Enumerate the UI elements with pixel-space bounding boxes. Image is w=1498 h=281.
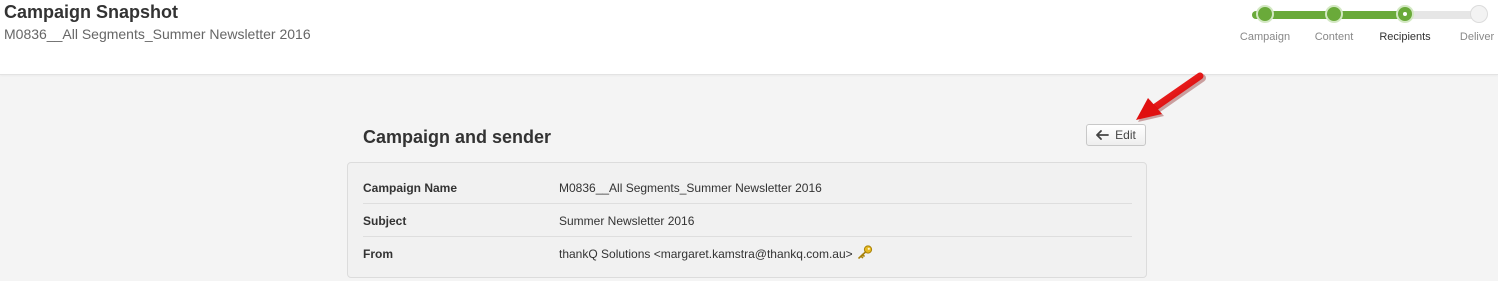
detail-value-container: thankQ Solutions <margaret.kamstra@thank… <box>559 245 873 262</box>
campaign-details-card: Campaign Name M0836__All Segments_Summer… <box>347 162 1147 278</box>
step-dot-deliver[interactable] <box>1470 5 1488 23</box>
page-header: Campaign Snapshot M0836__All Segments_Su… <box>0 0 1498 75</box>
step-label-campaign[interactable]: Campaign <box>1240 31 1290 43</box>
campaign-subtitle: M0836__All Segments_Summer Newsletter 20… <box>4 26 311 42</box>
detail-value: Summer Newsletter 2016 <box>559 213 695 228</box>
red-arrow-icon <box>1130 68 1206 133</box>
section-title: Campaign and sender <box>363 127 552 147</box>
step-label-recipients[interactable]: Recipients <box>1379 31 1430 43</box>
step-label-deliver[interactable]: Deliver <box>1460 31 1494 43</box>
step-dot-campaign[interactable] <box>1256 5 1274 23</box>
detail-value: M0836__All Segments_Summer Newsletter 20… <box>559 180 822 195</box>
detail-row-from: From thankQ Solutions <margaret.kamstra@… <box>363 236 1132 270</box>
detail-value: thankQ Solutions <margaret.kamstra@thank… <box>559 246 853 261</box>
step-label-content[interactable]: Content <box>1315 31 1354 43</box>
key-icon[interactable] <box>857 245 873 262</box>
arrow-left-icon <box>1096 130 1110 140</box>
step-dot-content[interactable] <box>1325 5 1343 23</box>
page-title: Campaign Snapshot <box>4 2 179 22</box>
detail-label: Campaign Name <box>363 180 458 195</box>
progress-stepper: Campaign Content Recipients Deliver <box>1230 4 1498 48</box>
detail-label: Subject <box>363 213 407 228</box>
step-dot-recipients[interactable] <box>1396 5 1414 23</box>
detail-label: From <box>363 246 393 261</box>
detail-row-subject: Subject Summer Newsletter 2016 <box>363 203 1132 237</box>
detail-row-campaign-name: Campaign Name M0836__All Segments_Summer… <box>363 171 1132 204</box>
